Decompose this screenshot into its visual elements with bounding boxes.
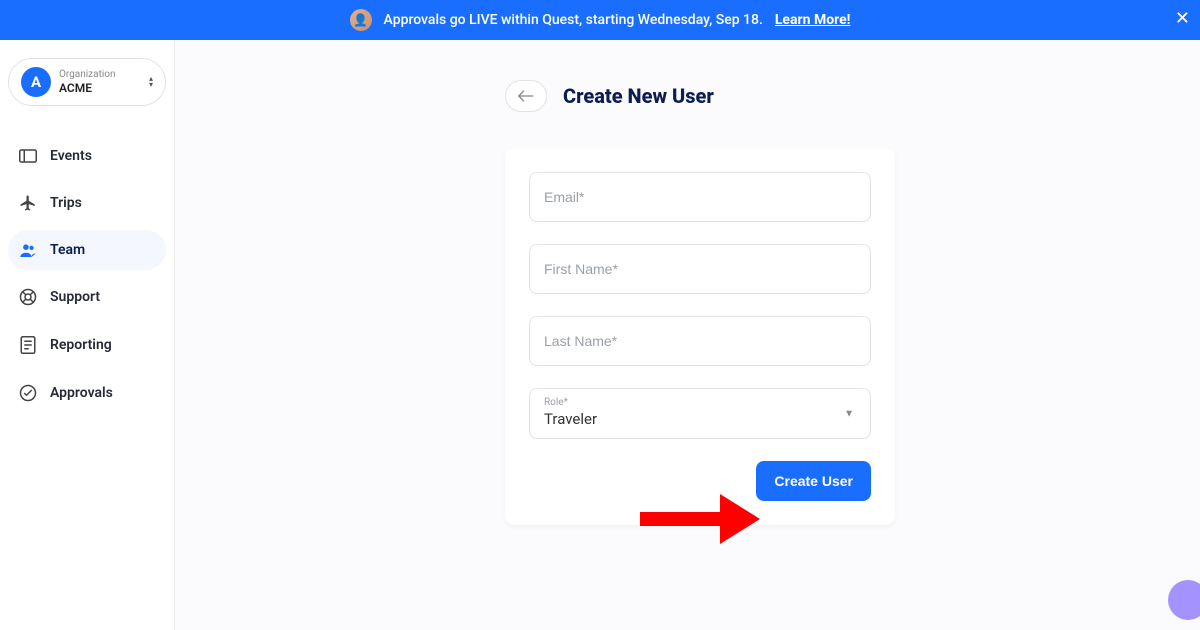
sidebar: A Organization ACME ▴▾ Events Trips: [0, 40, 175, 630]
arrow-left-icon: [518, 90, 534, 102]
banner-text: Approvals go LIVE within Quest, starting…: [384, 12, 763, 28]
email-field[interactable]: [529, 172, 871, 222]
sidebar-item-trips[interactable]: Trips: [8, 182, 166, 224]
sidebar-item-support[interactable]: Support: [8, 276, 166, 318]
role-select-value: Traveler: [544, 410, 856, 428]
org-selector[interactable]: A Organization ACME ▴▾: [8, 58, 166, 106]
learn-more-link[interactable]: Learn More!: [775, 12, 851, 28]
sidebar-item-approvals[interactable]: Approvals: [8, 372, 166, 414]
close-icon[interactable]: ✕: [1175, 10, 1190, 28]
sidebar-item-label: Reporting: [50, 337, 112, 353]
avatar-icon: 👤: [350, 9, 372, 31]
sidebar-item-label: Trips: [50, 195, 82, 211]
page-header: Create New User: [505, 80, 1200, 112]
org-badge: A: [21, 67, 51, 97]
role-select[interactable]: Role* Traveler ▼: [529, 388, 871, 439]
chevron-down-icon: ▼: [844, 408, 854, 419]
page-title: Create New User: [563, 84, 714, 108]
support-icon: [18, 288, 38, 306]
create-user-button[interactable]: Create User: [756, 461, 871, 501]
document-icon: [18, 336, 38, 354]
sidebar-item-label: Support: [50, 289, 100, 305]
team-icon: [18, 243, 38, 257]
announcement-banner: 👤 Approvals go LIVE within Quest, starti…: [0, 0, 1200, 40]
role-select-label: Role*: [544, 397, 856, 408]
check-circle-icon: [18, 384, 38, 402]
sidebar-item-label: Events: [50, 148, 92, 164]
back-button[interactable]: [505, 80, 547, 112]
sidebar-item-reporting[interactable]: Reporting: [8, 324, 166, 366]
sidebar-item-events[interactable]: Events: [8, 136, 166, 176]
sidebar-item-label: Team: [50, 242, 85, 258]
chevron-updown-icon: ▴▾: [149, 76, 153, 89]
sidebar-item-label: Approvals: [50, 385, 113, 401]
sidebar-nav: Events Trips Team Support: [8, 136, 166, 414]
org-name: ACME: [59, 81, 141, 95]
sidebar-item-team[interactable]: Team: [8, 230, 166, 270]
firstname-field[interactable]: [529, 244, 871, 294]
main-content: Create New User Role* Traveler ▼ Create …: [175, 40, 1200, 630]
plane-icon: [18, 194, 38, 212]
chat-bubble-icon[interactable]: [1168, 580, 1200, 620]
ticket-icon: [18, 149, 38, 163]
create-user-form: Role* Traveler ▼ Create User: [505, 148, 895, 525]
lastname-field[interactable]: [529, 316, 871, 366]
org-label: Organization: [59, 69, 141, 81]
